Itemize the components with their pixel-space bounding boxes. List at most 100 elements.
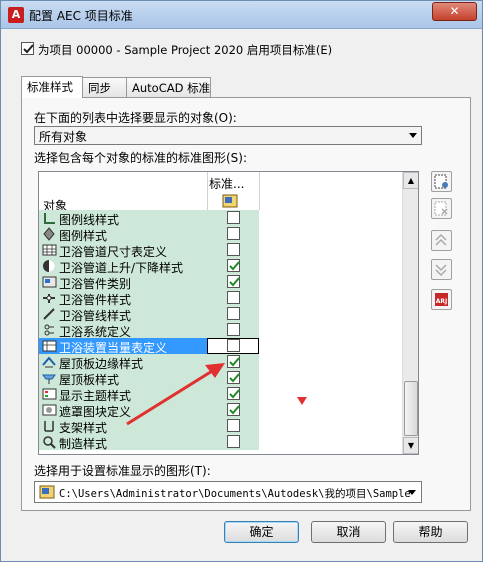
standard-checkbox[interactable] [227, 227, 240, 240]
check-icon [229, 261, 240, 271]
display-theme-icon [42, 388, 57, 400]
enable-project-standards-checkbox[interactable] [21, 42, 34, 55]
autocad-app-icon: A [8, 7, 24, 23]
window-title: 配置 AEC 项目标准 [29, 9, 133, 23]
empty-cell [259, 258, 402, 274]
standard-check-cell[interactable] [207, 306, 259, 322]
standard-checkbox[interactable] [227, 259, 240, 272]
tab-standard-styles[interactable]: 标准样式 [21, 76, 83, 98]
object-name-cell[interactable]: 卫浴管件样式 [39, 290, 207, 307]
standard-check-cell[interactable] [207, 242, 259, 258]
standard-check-cell[interactable] [207, 338, 259, 354]
standard-checkbox[interactable] [227, 323, 240, 336]
standard-check-cell[interactable] [207, 290, 259, 306]
object-type-select[interactable]: 所有对象 [34, 126, 422, 145]
table-row[interactable]: 卫浴系统定义 [39, 322, 402, 339]
table-row[interactable]: 图例样式 [39, 226, 402, 243]
pipe-line-icon [43, 308, 55, 320]
table-row[interactable]: 卫浴管件类别 [39, 274, 402, 291]
add-drawing-button[interactable] [431, 171, 452, 192]
tab-autocad-standards[interactable]: AutoCAD 标准 [126, 77, 211, 98]
cancel-button[interactable]: 取消 [311, 521, 386, 543]
check-icon [229, 277, 240, 287]
drawing-file-icon [39, 485, 55, 499]
standard-check-cell[interactable] [207, 258, 259, 274]
remove-drawing-icon [434, 201, 448, 216]
double-chevron-down-icon [435, 264, 447, 277]
ok-button[interactable]: 确定 [224, 521, 299, 543]
object-name-cell[interactable]: 卫浴管线样式 [39, 306, 207, 323]
empty-cell [259, 370, 402, 386]
object-name-cell[interactable]: 卫浴管道尺寸表定义 [39, 242, 207, 259]
empty-cell [259, 274, 402, 290]
fixture-unit-icon [42, 340, 57, 352]
support-icon [44, 421, 54, 432]
remove-drawing-button[interactable] [431, 198, 452, 219]
empty-cell [259, 210, 402, 226]
scroll-thumb[interactable] [404, 381, 418, 436]
grid-header: 对象 标准... [39, 172, 402, 213]
move-up-button[interactable] [431, 230, 452, 251]
object-name-cell[interactable]: 卫浴管道上升/下降样式 [39, 258, 207, 275]
table-row[interactable]: 制造样式 [39, 434, 402, 451]
annotation-arrow-icon [126, 363, 225, 426]
move-down-button[interactable] [431, 259, 452, 280]
legend-line-icon [44, 213, 55, 224]
column-header-standard[interactable]: 标准... [209, 175, 259, 192]
close-button[interactable]: ✕ [432, 2, 477, 21]
enable-project-standards-label: 为项目 00000 - Sample Project 2020 启用项目标准(E… [38, 43, 333, 57]
standard-checkbox[interactable] [227, 435, 240, 448]
empty-cell [259, 322, 402, 338]
standard-check-cell[interactable] [207, 434, 259, 450]
standard-check-cell[interactable] [207, 210, 259, 226]
fitting-category-icon [42, 276, 57, 288]
dialog-window: A 配置 AEC 项目标准 ✕ 为项目 00000 - Sample Proje… [0, 0, 483, 562]
fitting-icon [43, 294, 55, 303]
standard-checkbox[interactable] [227, 307, 240, 320]
check-icon [23, 44, 34, 54]
table-row[interactable]: 卫浴管件样式 [39, 290, 402, 307]
object-name-cell[interactable]: 图例样式 [39, 226, 207, 243]
display-drawing-select[interactable]: C:\Users\Administrator\Documents\Autodes… [34, 481, 422, 503]
scroll-down-button[interactable]: ▼ [403, 437, 418, 454]
chevron-down-icon [409, 133, 417, 138]
scroll-up-button[interactable]: ▲ [403, 172, 418, 189]
empty-cell [259, 290, 402, 306]
standard-checkbox[interactable] [227, 339, 240, 352]
table-row[interactable]: 卫浴装置当量表定义 [39, 338, 402, 355]
archive-button[interactable]: ARJ [431, 289, 452, 310]
empty-cell [259, 306, 402, 322]
table-row[interactable]: 卫浴管线样式 [39, 306, 402, 323]
standard-checkbox[interactable] [227, 243, 240, 256]
archive-icon: ARJ [435, 293, 448, 306]
roof-slab-icon [42, 374, 56, 384]
add-drawing-icon [434, 174, 448, 189]
object-name-cell[interactable]: 卫浴管件类别 [39, 274, 207, 291]
object-name-cell[interactable]: 制造样式 [39, 434, 207, 451]
object-name-cell[interactable]: 图例线样式 [39, 210, 207, 227]
table-row[interactable]: 卫浴管道尺寸表定义 [39, 242, 402, 259]
standard-checkbox[interactable] [227, 275, 240, 288]
standard-checkbox[interactable] [227, 291, 240, 304]
empty-cell [259, 226, 402, 242]
standard-check-cell[interactable] [207, 226, 259, 242]
object-name-cell[interactable]: 卫浴系统定义 [39, 322, 207, 339]
tab-sync[interactable]: 同步 [82, 77, 127, 98]
object-type-select-value: 所有对象 [39, 130, 88, 144]
standard-check-cell[interactable] [207, 274, 259, 290]
column-divider [207, 172, 208, 210]
column-divider [259, 172, 260, 210]
display-drawing-label: 选择用于设置标准显示的图形(T): [34, 464, 211, 478]
title-bar[interactable]: A 配置 AEC 项目标准 ✕ [1, 1, 482, 29]
help-button[interactable]: 帮助 [393, 521, 468, 543]
object-name-cell[interactable]: 卫浴装置当量表定义 [39, 338, 207, 355]
empty-cell [259, 418, 402, 434]
table-row[interactable]: 图例线样式 [39, 210, 402, 227]
standard-check-cell[interactable] [207, 322, 259, 338]
object-name: 制造样式 [59, 437, 108, 451]
grid-scrollbar[interactable]: ▲ ▼ [402, 172, 418, 454]
table-row[interactable]: 卫浴管道上升/下降样式 [39, 258, 402, 275]
standard-checkbox[interactable] [227, 211, 240, 224]
red-triangle-marker-icon [297, 397, 307, 405]
empty-cell [259, 434, 402, 450]
